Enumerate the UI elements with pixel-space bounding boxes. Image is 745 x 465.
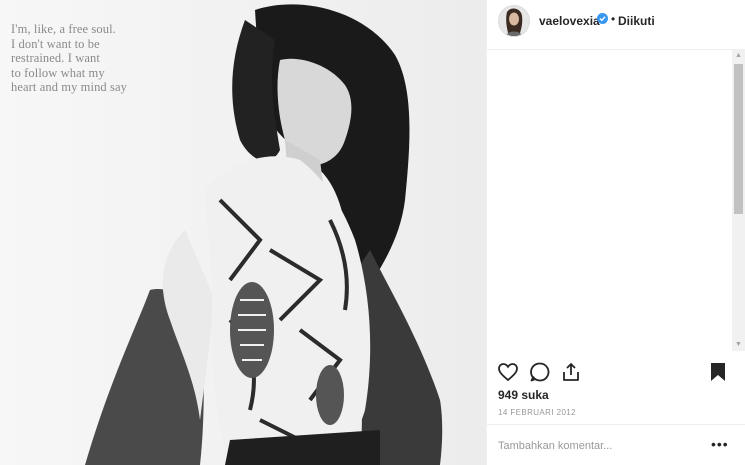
heart-icon[interactable] (496, 360, 520, 384)
photo-quote-text: I'm, like, a free soul. I don't want to … (11, 22, 127, 94)
comment-input[interactable] (498, 437, 698, 455)
scroll-up-arrow-icon[interactable]: ▲ (732, 50, 745, 62)
post-header: vaelovexia • Diikuti (487, 0, 745, 50)
avatar[interactable] (498, 5, 530, 37)
comments-area (487, 50, 732, 351)
separator-dot: • (611, 12, 616, 26)
share-icon[interactable] (559, 360, 583, 384)
scrollbar-thumb[interactable] (734, 64, 743, 214)
verified-badge-icon (597, 13, 608, 24)
more-options-button[interactable]: ••• (711, 436, 729, 452)
scrollbar[interactable]: ▲ ▼ (732, 50, 745, 351)
comment-bar: ••• (487, 424, 745, 465)
post-details-panel: vaelovexia • Diikuti ▲ ▼ 949 suka 14 FEB… (486, 0, 745, 465)
following-button[interactable]: Diikuti (618, 14, 655, 28)
post-photo[interactable]: I'm, like, a free soul. I don't want to … (0, 0, 486, 465)
post-date: 14 FEBRUARI 2012 (498, 408, 576, 417)
bookmark-icon[interactable] (706, 360, 730, 384)
action-bar (487, 352, 745, 392)
username-link[interactable]: vaelovexia (539, 14, 600, 28)
like-count[interactable]: 949 suka (498, 388, 549, 402)
comment-icon[interactable] (528, 360, 552, 384)
scroll-down-arrow-icon[interactable]: ▼ (732, 339, 745, 351)
